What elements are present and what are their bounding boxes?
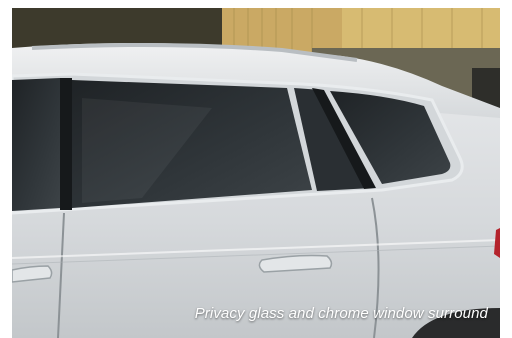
photo-frame: Privacy glass and chrome window surround bbox=[12, 8, 500, 338]
car-side-photo bbox=[12, 8, 500, 338]
photo-caption: Privacy glass and chrome window surround bbox=[194, 305, 488, 322]
